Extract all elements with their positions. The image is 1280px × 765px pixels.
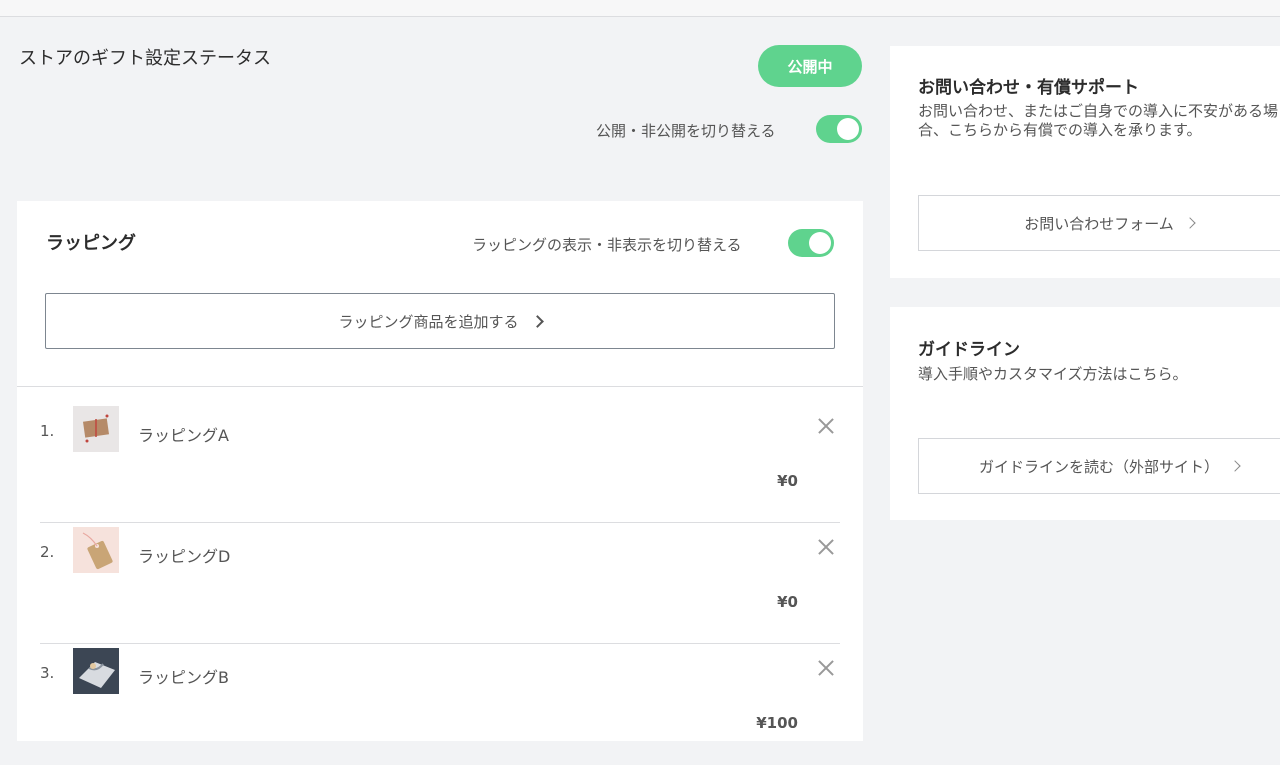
chevron-right-icon <box>1229 460 1240 471</box>
item-number: 1. <box>40 422 54 440</box>
item-name: ラッピングA <box>138 422 229 446</box>
add-wrapping-button[interactable]: ラッピング商品を追加する <box>45 293 835 349</box>
item-name: ラッピングD <box>138 543 230 567</box>
wrapping-b-thumbnail-icon <box>73 648 119 694</box>
wrapping-title: ラッピング <box>46 229 136 255</box>
contact-form-label: お問い合わせフォーム <box>1024 213 1174 234</box>
close-icon[interactable] <box>814 414 838 438</box>
contact-description: お問い合わせ、またはご自身での導入に不安がある場合、こちらから有償での導入を承り… <box>918 102 1280 140</box>
guideline-button-label: ガイドラインを読む（外部サイト） <box>979 456 1219 477</box>
item-number: 2. <box>40 543 54 561</box>
wrapping-d-thumbnail-icon <box>73 527 119 573</box>
contact-title: お問い合わせ・有償サポート <box>918 73 1139 98</box>
list-item: 2. ラッピングD ¥0 <box>40 523 840 644</box>
guideline-card: ガイドライン 導入手順やカスタマイズ方法はこちら。 ガイドラインを読む（外部サイ… <box>890 307 1280 520</box>
wrapping-a-thumbnail-icon <box>73 406 119 452</box>
status-badge: 公開中 <box>758 45 862 87</box>
item-name: ラッピングB <box>138 664 229 688</box>
contact-card: お問い合わせ・有償サポート お問い合わせ、またはご自身での導入に不安がある場合、… <box>890 46 1280 278</box>
chevron-right-icon <box>1184 217 1195 228</box>
item-price: ¥0 <box>740 593 798 611</box>
public-toggle[interactable] <box>816 115 862 143</box>
item-price: ¥0 <box>740 472 798 490</box>
add-wrapping-label: ラッピング商品を追加する <box>338 311 518 332</box>
guideline-description: 導入手順やカスタマイズ方法はこちら。 <box>918 365 1280 384</box>
guideline-title: ガイドライン <box>918 335 1020 360</box>
public-toggle-label: 公開・非公開を切り替える <box>596 120 776 141</box>
list-item: 3. ラッピングB ¥100 <box>40 644 840 765</box>
wrapping-toggle[interactable] <box>788 229 834 257</box>
close-icon[interactable] <box>814 535 838 559</box>
guideline-button[interactable]: ガイドラインを読む（外部サイト） <box>918 438 1280 494</box>
chevron-right-icon <box>531 315 544 328</box>
item-number: 3. <box>40 664 54 682</box>
close-icon[interactable] <box>814 656 838 680</box>
list-item: 1. ラッピングA ¥0 <box>40 402 840 523</box>
divider <box>17 386 863 387</box>
item-price: ¥100 <box>740 714 798 732</box>
status-title: ストアのギフト設定ステータス <box>19 44 271 70</box>
wrapping-toggle-label: ラッピングの表示・非表示を切り替える <box>472 234 742 255</box>
wrapping-card: ラッピング ラッピングの表示・非表示を切り替える ラッピング商品を追加する 1.… <box>17 201 863 741</box>
top-bar <box>0 0 1280 17</box>
contact-form-button[interactable]: お問い合わせフォーム <box>918 195 1280 251</box>
